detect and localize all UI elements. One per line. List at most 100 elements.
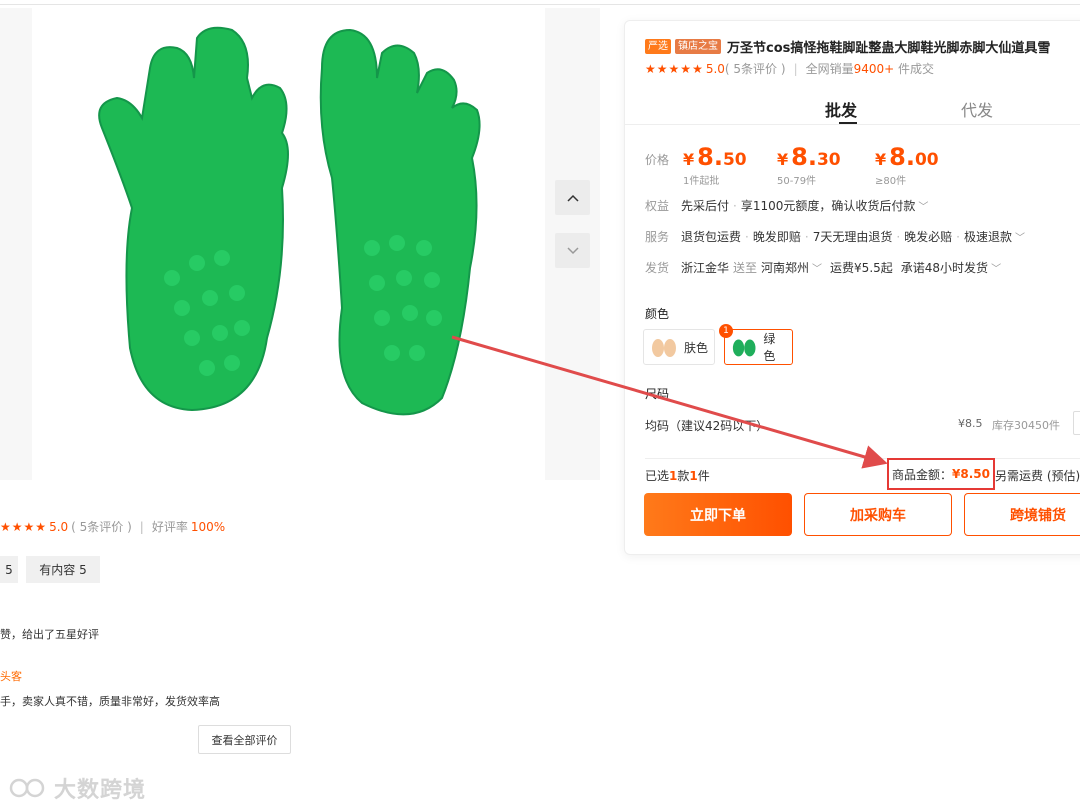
price-decimal: 30 <box>816 150 841 170</box>
goods-amount-value: ¥8.50 <box>952 467 990 481</box>
kinds-word: 款 <box>677 469 690 483</box>
watermark-logo-icon <box>9 778 45 798</box>
good-rate-label: 好评率 <box>151 520 188 534</box>
price-condition: 50-79件 <box>777 176 817 187</box>
review-tag-has-content[interactable]: 有内容 5 <box>26 556 100 583</box>
skin-slipper-swatch <box>651 339 676 357</box>
chevron-up-icon <box>566 194 579 202</box>
service-item: 7天无理由退货 <box>812 230 893 244</box>
top-divider <box>0 4 1080 5</box>
divider: | <box>793 61 798 76</box>
gallery-down-button[interactable] <box>555 233 590 268</box>
review-text: 赞，给出了五星好评 <box>0 628 99 641</box>
price-integer: 8. <box>889 143 915 171</box>
shipping-origin: 浙江金华 <box>681 261 730 275</box>
price-integer: 8. <box>791 143 817 171</box>
sales-suffix: 件成交 <box>894 62 935 76</box>
divider: | <box>139 519 144 534</box>
service-label: 服务 <box>645 230 670 244</box>
currency-symbol: ¥ <box>875 150 887 169</box>
star-icon: ★ <box>668 61 680 76</box>
goods-amount-highlight: 商品金额： ¥8.50 <box>887 458 995 490</box>
price-decimal: 00 <box>914 150 939 170</box>
purchase-panel: 严选 镇店之宝 万圣节cos搞怪拖鞋脚趾整蛊大脚鞋光脚赤脚大仙道具雪 ★ ★ ★ ★ ★… <box>624 20 1080 555</box>
color-option-green[interactable]: 1 绿色 <box>719 324 793 365</box>
price-tier: ¥8.30 50-79件 <box>777 143 841 187</box>
extra-shipping-fee: 另需运费 (预估): <box>995 469 1080 483</box>
star-icon: ★ <box>35 519 47 534</box>
tab-dropship[interactable]: 代发 <box>961 97 993 121</box>
size-section-title: 尺码 <box>645 387 670 401</box>
star-icon: ★ <box>0 519 11 534</box>
selected-count-badge: 1 <box>719 324 733 338</box>
color-option-label: 绿色 <box>763 332 776 363</box>
watermark: 大数跨境 <box>8 772 146 804</box>
star-icon: ★ <box>692 61 703 76</box>
product-title: 万圣节cos搞怪拖鞋脚趾整蛊大脚鞋光脚赤脚大仙道具雪 <box>727 41 1051 56</box>
service-item: 极速退款 <box>964 230 1013 244</box>
gallery-up-button[interactable] <box>555 180 590 215</box>
add-to-cart-button[interactable]: 加采购车 <box>804 493 952 536</box>
size-row: 均码（建议42码以下） ¥8.5 库存30450件 - <box>645 411 1080 435</box>
review-summary: ★ ★ ★ ★ 5.0 ( 5条评价 ) | 好评率 100% <box>0 518 225 535</box>
review-score: 5.0 <box>49 519 69 534</box>
star-icon: ★ <box>656 61 668 76</box>
service-item: 退货包运费 <box>681 230 742 244</box>
tab-divider <box>625 124 1080 125</box>
size-label: 均码（建议42码以下） <box>645 419 769 433</box>
product-main-image[interactable] <box>32 8 545 480</box>
good-rate-value: 100% <box>190 519 226 534</box>
price-label: 价格 <box>645 153 670 167</box>
tab-wholesale[interactable]: 批发 <box>825 97 857 121</box>
service-row[interactable]: 服务 退货包运费 · 晚发即赔 · 7天无理由退货 · 晚发必赔 · 极速退款 ﹀ <box>645 228 1025 245</box>
review-count: ( 5条评价 ) <box>71 520 132 534</box>
quantity-decrease-button[interactable]: - <box>1073 411 1080 435</box>
price-decimal: 50 <box>722 150 747 170</box>
sales-value: 9400+ <box>853 61 895 76</box>
rights-label: 权益 <box>645 199 670 213</box>
shipping-destination[interactable]: 河南郑州 <box>761 259 809 276</box>
chevron-down-icon[interactable]: ﹀ <box>812 260 822 275</box>
view-all-reviews-button[interactable]: 查看全部评价 <box>198 725 291 754</box>
rating-count[interactable]: ( 5条评价 ) <box>725 60 786 77</box>
service-value: 退货包运费 · 晚发即赔 · 7天无理由退货 · 晚发必赔 · 极速退款 <box>681 230 1013 244</box>
rating-score: 5.0 <box>705 61 725 76</box>
rating-stars: ★ ★ ★ ★ ★ <box>645 62 703 76</box>
currency-symbol: ¥ <box>683 150 695 169</box>
selected-prefix: 已选 <box>645 469 670 483</box>
title-row: 严选 镇店之宝 万圣节cos搞怪拖鞋脚趾整蛊大脚鞋光脚赤脚大仙道具雪 <box>645 37 1050 56</box>
reviewer-name: 头客 <box>0 670 22 683</box>
color-option-label: 肤色 <box>683 340 708 355</box>
rights-row[interactable]: 权益 先采后付 · 享1100元额度，确认收货后付款 ﹀ <box>645 197 928 214</box>
shipping-promise[interactable]: 承诺48小时发货 <box>901 259 988 276</box>
color-option-skin[interactable]: 肤色 <box>643 329 715 365</box>
star-icon: ★ <box>645 61 656 76</box>
shop-treasure-badge: 镇店之宝 <box>675 39 721 54</box>
review-tag-all[interactable]: 5 <box>0 556 18 583</box>
currency-symbol: ¥ <box>777 150 789 169</box>
yanxuan-badge: 严选 <box>645 39 671 54</box>
chevron-down-icon: ﹀ <box>1015 233 1026 244</box>
service-item: 晚发必赔 <box>904 230 953 244</box>
quantity-word: 件 <box>697 469 710 483</box>
price-integer: 8. <box>697 143 723 171</box>
shipping-row: 发货 浙江金华 送至 河南郑州 ﹀ 运费¥5.5起 承诺48小时发货 ﹀ <box>645 259 1001 276</box>
size-stock: 库存30450件 <box>992 419 1060 432</box>
green-feet-slippers-image <box>98 26 481 416</box>
shipping-fee: 运费¥5.5起 <box>830 261 893 275</box>
chevron-down-icon <box>566 246 579 254</box>
star-icon: ★ <box>680 61 692 76</box>
rights-value: 先采后付 · 享1100元额度，确认收货后付款 <box>681 199 916 213</box>
size-price: ¥8.5 <box>958 417 983 430</box>
selected-summary: 已选1款1件 <box>645 467 710 484</box>
star-icon: ★ <box>23 519 35 534</box>
product-meta: ★ ★ ★ ★ ★ 5.0 ( 5条评价 ) | 全网销量 9400+ 件成交 <box>645 60 934 77</box>
price-tier: ¥8.00 ≥80件 <box>875 143 939 187</box>
cross-border-distribute-button[interactable]: 跨境铺货 <box>964 493 1080 536</box>
star-icon: ★ <box>11 519 23 534</box>
green-slipper-swatch <box>732 339 756 357</box>
color-section-title: 颜色 <box>645 307 670 321</box>
buy-now-button[interactable]: 立即下单 <box>644 493 792 536</box>
chevron-down-icon[interactable]: ﹀ <box>991 260 1001 275</box>
chevron-down-icon: ﹀ <box>918 202 929 213</box>
